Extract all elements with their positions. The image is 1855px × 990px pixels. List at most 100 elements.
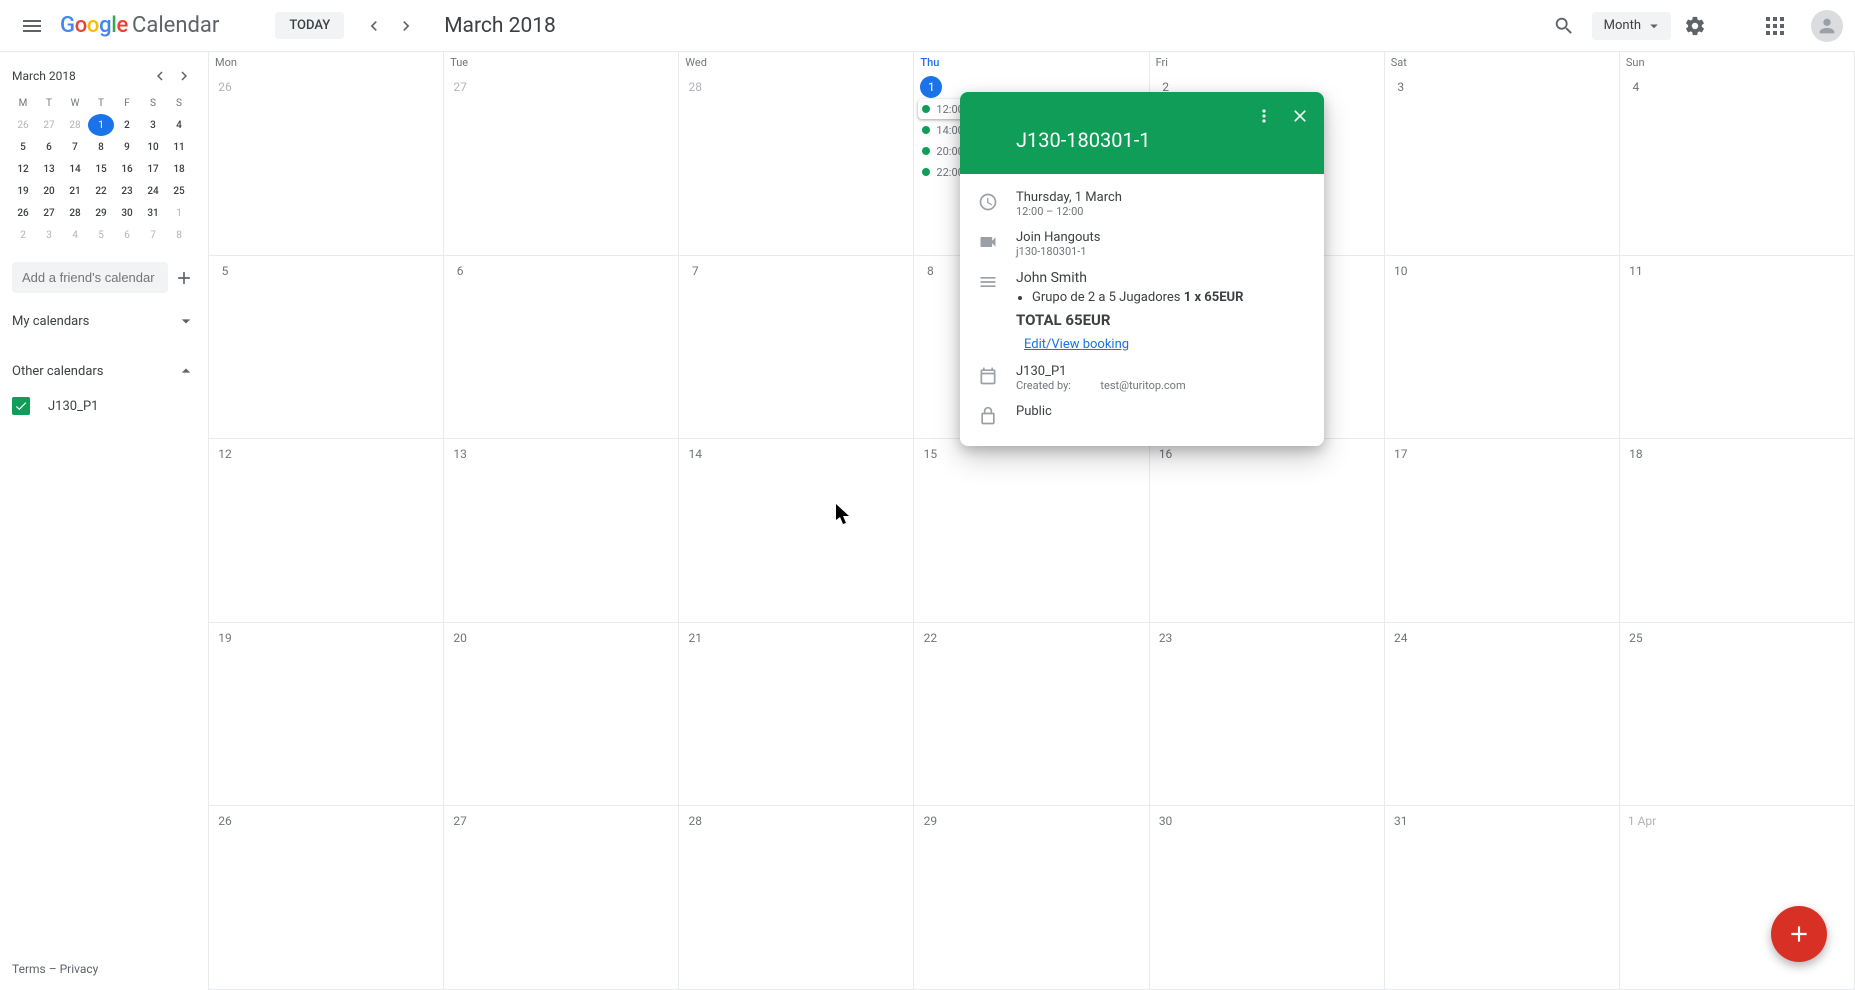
day-cell[interactable]: 14 — [679, 439, 914, 623]
popover-close-button[interactable] — [1282, 98, 1318, 134]
mini-day[interactable]: 7 — [140, 224, 166, 246]
mini-day[interactable]: 21 — [62, 180, 88, 202]
mini-day[interactable]: 4 — [62, 224, 88, 246]
account-avatar[interactable] — [1811, 10, 1843, 42]
mini-dow: M — [10, 92, 36, 114]
day-cell[interactable]: 26 — [209, 72, 444, 256]
mini-day[interactable]: 1 — [166, 202, 192, 224]
mini-day[interactable]: 4 — [166, 114, 192, 136]
day-cell[interactable]: 1 Apr — [1620, 806, 1855, 990]
mini-day[interactable]: 28 — [62, 202, 88, 224]
day-cell[interactable]: 25 — [1620, 623, 1855, 807]
mini-day[interactable]: 7 — [62, 136, 88, 158]
create-event-fab[interactable] — [1771, 906, 1827, 962]
settings-button[interactable] — [1675, 6, 1715, 46]
add-friend-input[interactable] — [12, 262, 168, 293]
day-number: 1 — [920, 76, 942, 98]
view-select[interactable]: Month — [1592, 12, 1671, 40]
day-cell[interactable]: 28 — [679, 806, 914, 990]
mini-day[interactable]: 18 — [166, 158, 192, 180]
mini-day[interactable]: 3 — [140, 114, 166, 136]
mini-day[interactable]: 19 — [10, 180, 36, 202]
mini-day[interactable]: 15 — [88, 158, 114, 180]
day-cell[interactable]: 6 — [444, 256, 679, 440]
calendar-checkbox[interactable] — [12, 397, 30, 415]
mini-day[interactable]: 24 — [140, 180, 166, 202]
other-calendars-toggle[interactable]: Other calendars — [0, 351, 208, 391]
mini-day[interactable]: 27 — [36, 202, 62, 224]
mini-day[interactable]: 3 — [36, 224, 62, 246]
mini-day[interactable]: 8 — [88, 136, 114, 158]
mini-day[interactable]: 6 — [36, 136, 62, 158]
mini-day[interactable]: 11 — [166, 136, 192, 158]
mini-day[interactable]: 20 — [36, 180, 62, 202]
mini-day[interactable]: 2 — [10, 224, 36, 246]
mini-day[interactable]: 1 — [88, 114, 114, 136]
mini-day[interactable]: 30 — [114, 202, 140, 224]
mini-day[interactable]: 5 — [10, 136, 36, 158]
day-cell[interactable]: 15 — [914, 439, 1149, 623]
day-cell[interactable]: 29 — [914, 806, 1149, 990]
popover-hangout-link[interactable]: Join Hangouts — [1016, 230, 1306, 245]
mini-day[interactable]: 13 — [36, 158, 62, 180]
mini-day[interactable]: 10 — [140, 136, 166, 158]
mini-day[interactable]: 25 — [166, 180, 192, 202]
today-button[interactable]: TODAY — [275, 12, 344, 39]
day-cell[interactable]: 10 — [1385, 256, 1620, 440]
day-cell[interactable]: 20 — [444, 623, 679, 807]
google-apps-button[interactable] — [1755, 6, 1795, 46]
mini-prev-button[interactable] — [148, 64, 172, 88]
day-cell[interactable]: 19 — [209, 623, 444, 807]
main-menu-button[interactable] — [8, 2, 56, 50]
mini-day[interactable]: 6 — [114, 224, 140, 246]
mini-day[interactable]: 28 — [62, 114, 88, 136]
mini-day[interactable]: 26 — [10, 114, 36, 136]
day-cell[interactable]: 27 — [444, 72, 679, 256]
day-number: 25 — [1626, 628, 1646, 648]
popover-edit-link[interactable]: Edit/View booking — [1024, 337, 1129, 352]
my-calendars-toggle[interactable]: My calendars — [0, 301, 208, 341]
mini-day[interactable]: 26 — [10, 202, 36, 224]
next-period-button[interactable] — [390, 10, 422, 42]
mini-day[interactable]: 29 — [88, 202, 114, 224]
day-cell[interactable]: 23 — [1150, 623, 1385, 807]
terms-link[interactable]: Terms — [12, 962, 46, 976]
day-cell[interactable]: 27 — [444, 806, 679, 990]
day-cell[interactable]: 21 — [679, 623, 914, 807]
privacy-link[interactable]: Privacy — [60, 962, 99, 976]
day-cell[interactable]: 22 — [914, 623, 1149, 807]
day-cell[interactable]: 30 — [1150, 806, 1385, 990]
mini-day[interactable]: 23 — [114, 180, 140, 202]
mini-day[interactable]: 8 — [166, 224, 192, 246]
mini-day[interactable]: 31 — [140, 202, 166, 224]
day-cell[interactable]: 7 — [679, 256, 914, 440]
mini-next-button[interactable] — [172, 64, 196, 88]
mini-day[interactable]: 22 — [88, 180, 114, 202]
mini-day[interactable]: 16 — [114, 158, 140, 180]
mini-day[interactable]: 2 — [114, 114, 140, 136]
mini-day[interactable]: 9 — [114, 136, 140, 158]
day-cell[interactable]: 17 — [1385, 439, 1620, 623]
day-cell[interactable]: 3 — [1385, 72, 1620, 256]
day-cell[interactable]: 31 — [1385, 806, 1620, 990]
day-cell[interactable]: 18 — [1620, 439, 1855, 623]
day-cell[interactable]: 11 — [1620, 256, 1855, 440]
search-button[interactable] — [1544, 6, 1584, 46]
day-cell[interactable]: 12 — [209, 439, 444, 623]
mini-day[interactable]: 5 — [88, 224, 114, 246]
day-cell[interactable]: 26 — [209, 806, 444, 990]
calendar-list-item[interactable]: J130_P1 — [0, 391, 208, 421]
prev-period-button[interactable] — [358, 10, 390, 42]
mini-day[interactable]: 17 — [140, 158, 166, 180]
mini-day[interactable]: 14 — [62, 158, 88, 180]
day-cell[interactable]: 28 — [679, 72, 914, 256]
day-cell[interactable]: 4 — [1620, 72, 1855, 256]
mini-day[interactable]: 27 — [36, 114, 62, 136]
popover-options-button[interactable] — [1246, 98, 1282, 134]
mini-day[interactable]: 12 — [10, 158, 36, 180]
add-friend-plus-button[interactable] — [172, 266, 196, 290]
day-cell[interactable]: 16 — [1150, 439, 1385, 623]
day-cell[interactable]: 13 — [444, 439, 679, 623]
day-cell[interactable]: 5 — [209, 256, 444, 440]
day-cell[interactable]: 24 — [1385, 623, 1620, 807]
